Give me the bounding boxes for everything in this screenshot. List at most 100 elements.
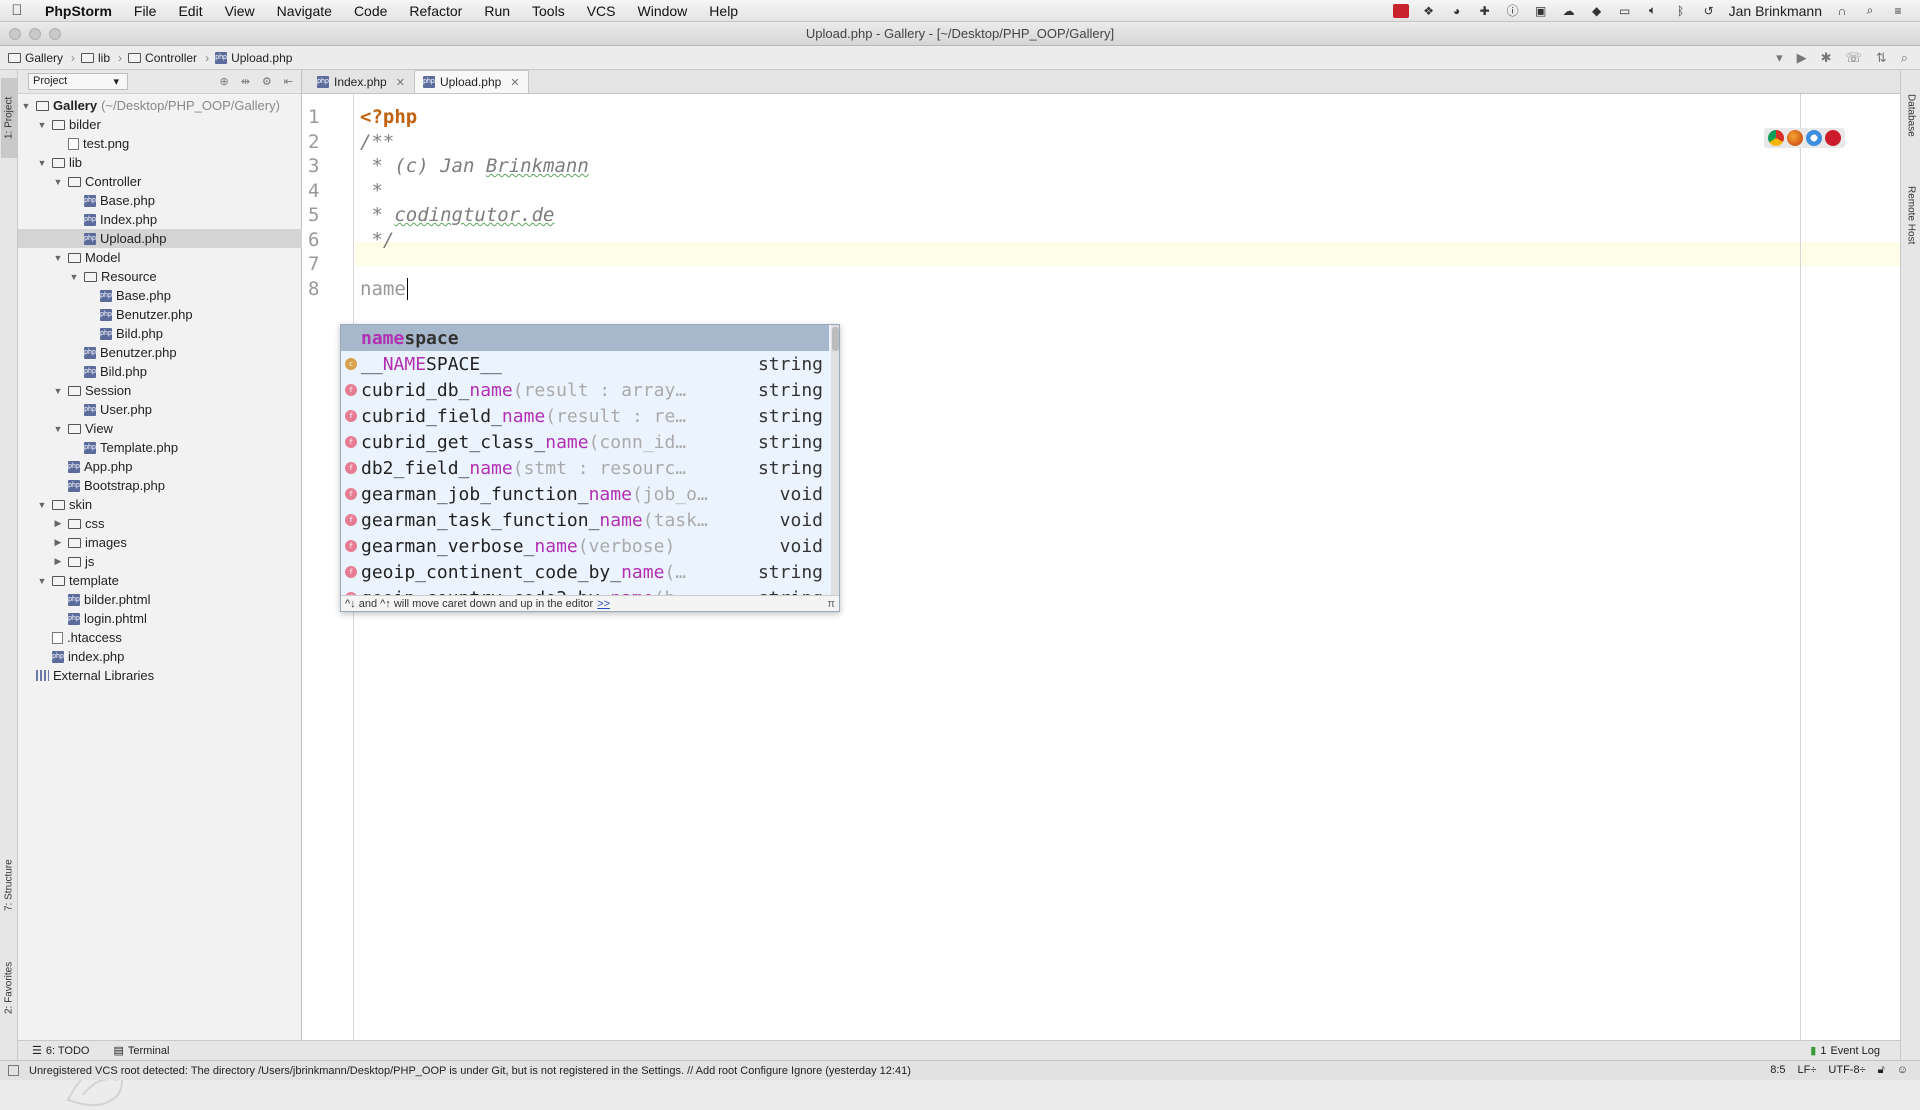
tree-item[interactable]: php Benutzer.php [18, 343, 302, 362]
project-view-dropdown[interactable]: Project ▾ [28, 73, 128, 90]
tree-item[interactable]: ▶ images [18, 533, 302, 552]
time-machine-icon[interactable]: ↺ [1701, 4, 1717, 18]
menu-navigate[interactable]: Navigate [266, 3, 343, 19]
menu-file[interactable]: File [123, 3, 168, 19]
breadcrumb-item[interactable]: php Upload.php [215, 51, 298, 65]
menu-run[interactable]: Run [473, 3, 521, 19]
menu-vcs[interactable]: VCS [576, 3, 627, 19]
tree-item[interactable]: ▼ bilder [18, 115, 302, 134]
menu-help[interactable]: Help [698, 3, 749, 19]
tree-item[interactable]: php Bootstrap.php [18, 476, 302, 495]
completion-item[interactable]: f gearman_verbose_name (verbose) void [341, 533, 829, 559]
toggle-tool-windows-icon[interactable] [8, 1065, 19, 1076]
status-message[interactable]: Unregistered VCS root detected: The dire… [29, 1065, 911, 1077]
completion-item[interactable]: f gearman_job_function_name (job_o… void [341, 481, 829, 507]
code-line[interactable]: * (c) Jan Brinkmann [360, 155, 588, 177]
menu-view[interactable]: View [214, 3, 266, 19]
expanded-arrow-icon[interactable]: ▼ [52, 386, 64, 396]
project-tool-tab[interactable]: 1: Project [1, 78, 17, 158]
menu-window[interactable]: Window [627, 3, 699, 19]
tree-item[interactable]: ▶ css [18, 514, 302, 533]
tree-item[interactable]: ▼ Resource [18, 267, 302, 286]
code-line[interactable]: <?php [360, 106, 417, 128]
code-line[interactable]: */ [360, 229, 394, 251]
expanded-arrow-icon[interactable]: ▼ [20, 101, 32, 111]
expanded-arrow-icon[interactable]: ▼ [52, 177, 64, 187]
firefox-icon[interactable] [1787, 130, 1803, 146]
menu-code[interactable]: Code [343, 3, 398, 19]
scrollbar-thumb[interactable] [832, 327, 839, 351]
completion-item[interactable]: f geoip_continent_code_by_name (… string [341, 559, 829, 585]
evernote-icon[interactable]: ◆ [1589, 4, 1605, 18]
headphones-icon[interactable]: ∩ [1834, 4, 1850, 18]
completion-item[interactable]: c __NAMESPACE__ string [341, 351, 829, 377]
expanded-arrow-icon[interactable]: ▼ [36, 576, 48, 586]
breadcrumb-item[interactable]: Controller › [128, 51, 215, 65]
pin-popup-icon[interactable]: π [827, 598, 839, 610]
file-encoding[interactable]: UTF-8÷ [1828, 1064, 1865, 1077]
tree-item[interactable]: ▼ View [18, 419, 302, 438]
line-separator[interactable]: LF÷ [1798, 1064, 1817, 1077]
close-tab-icon[interactable]: ✕ [396, 76, 405, 89]
completion-item[interactable]: f cubrid_get_class_name (conn_id… string [341, 429, 829, 455]
debug-icon[interactable]: ✱ [1821, 50, 1832, 66]
code-line[interactable]: name [360, 277, 408, 300]
collapse-all-icon[interactable]: ⇹ [241, 75, 250, 88]
completion-item[interactable]: namespace [341, 325, 829, 351]
user-name[interactable]: Jan Brinkmann [1729, 3, 1822, 19]
code-editor[interactable]: 12345678 <?php /** * (c) Jan Brinkmann * … [302, 94, 1900, 1040]
gear-icon[interactable]: ⚙ [262, 75, 272, 88]
favorites-tool-tab[interactable]: 2: Favorites [1, 940, 17, 1035]
drive-icon[interactable]: ▭ [1617, 4, 1633, 18]
tree-item[interactable]: ▼ Model [18, 248, 302, 267]
tree-item[interactable]: php Base.php [18, 191, 302, 210]
tree-item[interactable]: ▶ js [18, 552, 302, 571]
run-config-dropdown-icon[interactable]: ▾ [1776, 50, 1783, 66]
completion-item[interactable]: f gearman_task_function_name (task… void [341, 507, 829, 533]
opera-icon[interactable] [1825, 130, 1841, 146]
tree-item[interactable]: php App.php [18, 457, 302, 476]
scroll-from-source-icon[interactable]: ⊕ [219, 75, 228, 88]
tree-item[interactable]: test.png [18, 134, 302, 153]
code-line[interactable]: /** [360, 131, 394, 153]
structure-tool-tab[interactable]: 7: Structure [1, 840, 17, 930]
menu-tools[interactable]: Tools [521, 3, 576, 19]
completion-item[interactable]: f db2_field_name (stmt : resourc… string [341, 455, 829, 481]
tree-item[interactable]: ▼ lib [18, 153, 302, 172]
terminal-tool-tab[interactable]: ▤ Terminal [113, 1044, 169, 1058]
leaf-icon[interactable]: ◕ [1449, 4, 1465, 18]
run-icon[interactable]: ▶ [1797, 50, 1807, 66]
tree-item[interactable]: External Libraries [18, 666, 302, 685]
collapsed-arrow-icon[interactable]: ▶ [52, 537, 64, 548]
tree-item[interactable]: ▼ Session [18, 381, 302, 400]
expanded-arrow-icon[interactable]: ▼ [68, 272, 80, 282]
tree-item[interactable]: ▼ Gallery (~/Desktop/PHP_OOP/Gallery) [18, 96, 302, 115]
completion-item[interactable]: f cubrid_db_name (result : array… string [341, 377, 829, 403]
inspection-icon[interactable]: ☺ [1897, 1064, 1908, 1077]
vcs-icon[interactable]: ⇅ [1876, 50, 1887, 66]
bluetooth-icon[interactable]: ᛒ [1673, 4, 1689, 18]
expanded-arrow-icon[interactable]: ▼ [52, 253, 64, 263]
database-tool-tab[interactable]: Database [1903, 80, 1919, 150]
expanded-arrow-icon[interactable]: ▼ [36, 120, 48, 130]
hide-panel-icon[interactable]: ⇤ [284, 75, 293, 88]
caret-position[interactable]: 8:5 [1770, 1064, 1785, 1077]
info-icon[interactable]: ⓘ [1505, 4, 1521, 18]
chrome-icon[interactable] [1768, 130, 1784, 146]
code-line[interactable]: * [360, 180, 382, 202]
box-icon[interactable]: ▣ [1533, 4, 1549, 18]
event-log-tool-tab[interactable]: ▮ 1 Event Log [1810, 1044, 1900, 1058]
completion-hint-link[interactable]: >> [597, 598, 610, 610]
volume-icon[interactable]: 🔈︎ [1645, 3, 1661, 18]
tree-item[interactable]: php Benutzer.php [18, 305, 302, 324]
completion-item[interactable]: f cubrid_field_name (result : re… string [341, 403, 829, 429]
tab-upload-php[interactable]: php Upload.php ✕ [413, 70, 529, 93]
tab-index-php[interactable]: php Index.php ✕ [308, 70, 414, 93]
dropbox-icon[interactable]: ❖ [1421, 4, 1437, 18]
tree-item[interactable]: ▼ Controller [18, 172, 302, 191]
search-everywhere-icon[interactable]: ⌕ [1901, 50, 1908, 66]
apple-icon[interactable]:  [0, 2, 34, 19]
safari-icon[interactable] [1806, 130, 1822, 146]
remote-host-tool-tab[interactable]: Remote Host [1903, 170, 1919, 260]
notification-list-icon[interactable]: ≡ [1890, 4, 1906, 18]
